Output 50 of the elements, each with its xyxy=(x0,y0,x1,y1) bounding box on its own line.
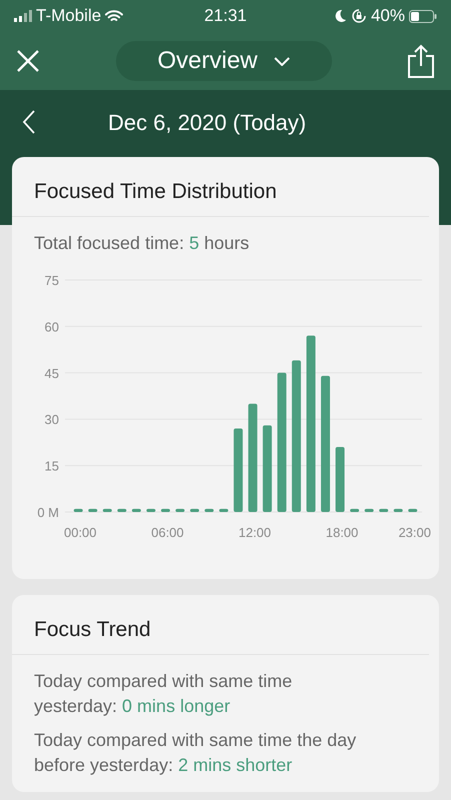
y-axis-label: 30 xyxy=(44,412,59,428)
total-focused-time: Total focused time: 5 hours xyxy=(33,232,250,256)
bar xyxy=(336,447,345,512)
share-button[interactable] xyxy=(407,44,435,78)
bar xyxy=(74,509,83,512)
chevron-left-icon xyxy=(22,110,36,134)
share-icon xyxy=(407,44,435,78)
bar xyxy=(408,509,418,512)
status-time: 21:31 xyxy=(203,5,248,28)
signal-icon xyxy=(14,10,32,22)
y-axis-label: 60 xyxy=(44,320,59,335)
card-title: Focus Trend xyxy=(12,595,429,656)
bar xyxy=(190,509,200,512)
x-axis-label: 23:00 xyxy=(398,525,431,540)
y-axis-label: 45 xyxy=(44,366,59,382)
x-axis-label: 06:00 xyxy=(151,525,184,540)
bar xyxy=(88,509,98,512)
bar xyxy=(350,509,360,512)
x-axis-label: 00:00 xyxy=(64,525,97,540)
bar xyxy=(219,509,228,512)
x-axis-label: 18:00 xyxy=(326,525,358,540)
close-button[interactable] xyxy=(16,48,40,74)
bar xyxy=(146,509,156,512)
y-axis-label: 0 M xyxy=(37,505,59,520)
bar xyxy=(204,509,214,512)
trend-comparison: Today compared with same time the day before yesterday: 2 mins shorter xyxy=(33,728,358,777)
battery-icon xyxy=(409,10,437,22)
bar xyxy=(161,509,170,512)
bar xyxy=(379,509,388,512)
view-dropdown[interactable]: Overview xyxy=(116,41,332,81)
date-label: Dec 6, 2020 (Today) xyxy=(108,109,306,137)
y-axis-label: 75 xyxy=(44,273,59,288)
battery-percent: 40% xyxy=(370,5,405,28)
rotation-lock-icon xyxy=(350,8,367,24)
y-axis-label: 15 xyxy=(44,458,59,474)
wifi-icon xyxy=(105,10,124,22)
x-axis-label: 12:00 xyxy=(238,525,272,540)
bar xyxy=(132,509,141,512)
close-icon xyxy=(16,48,40,73)
moon-icon xyxy=(334,9,347,23)
bar xyxy=(394,509,403,512)
card-title: Focused Time Distribution xyxy=(12,157,429,218)
chevron-down-icon xyxy=(274,56,290,66)
bar xyxy=(176,509,185,512)
bar xyxy=(364,509,374,512)
bar xyxy=(102,509,112,512)
trend-comparison: Today compared with same time yesterday: 0 mins longer xyxy=(33,670,294,718)
previous-day-button[interactable] xyxy=(22,110,36,135)
bar xyxy=(117,509,126,512)
carrier-name: T-Mobile xyxy=(36,5,102,28)
